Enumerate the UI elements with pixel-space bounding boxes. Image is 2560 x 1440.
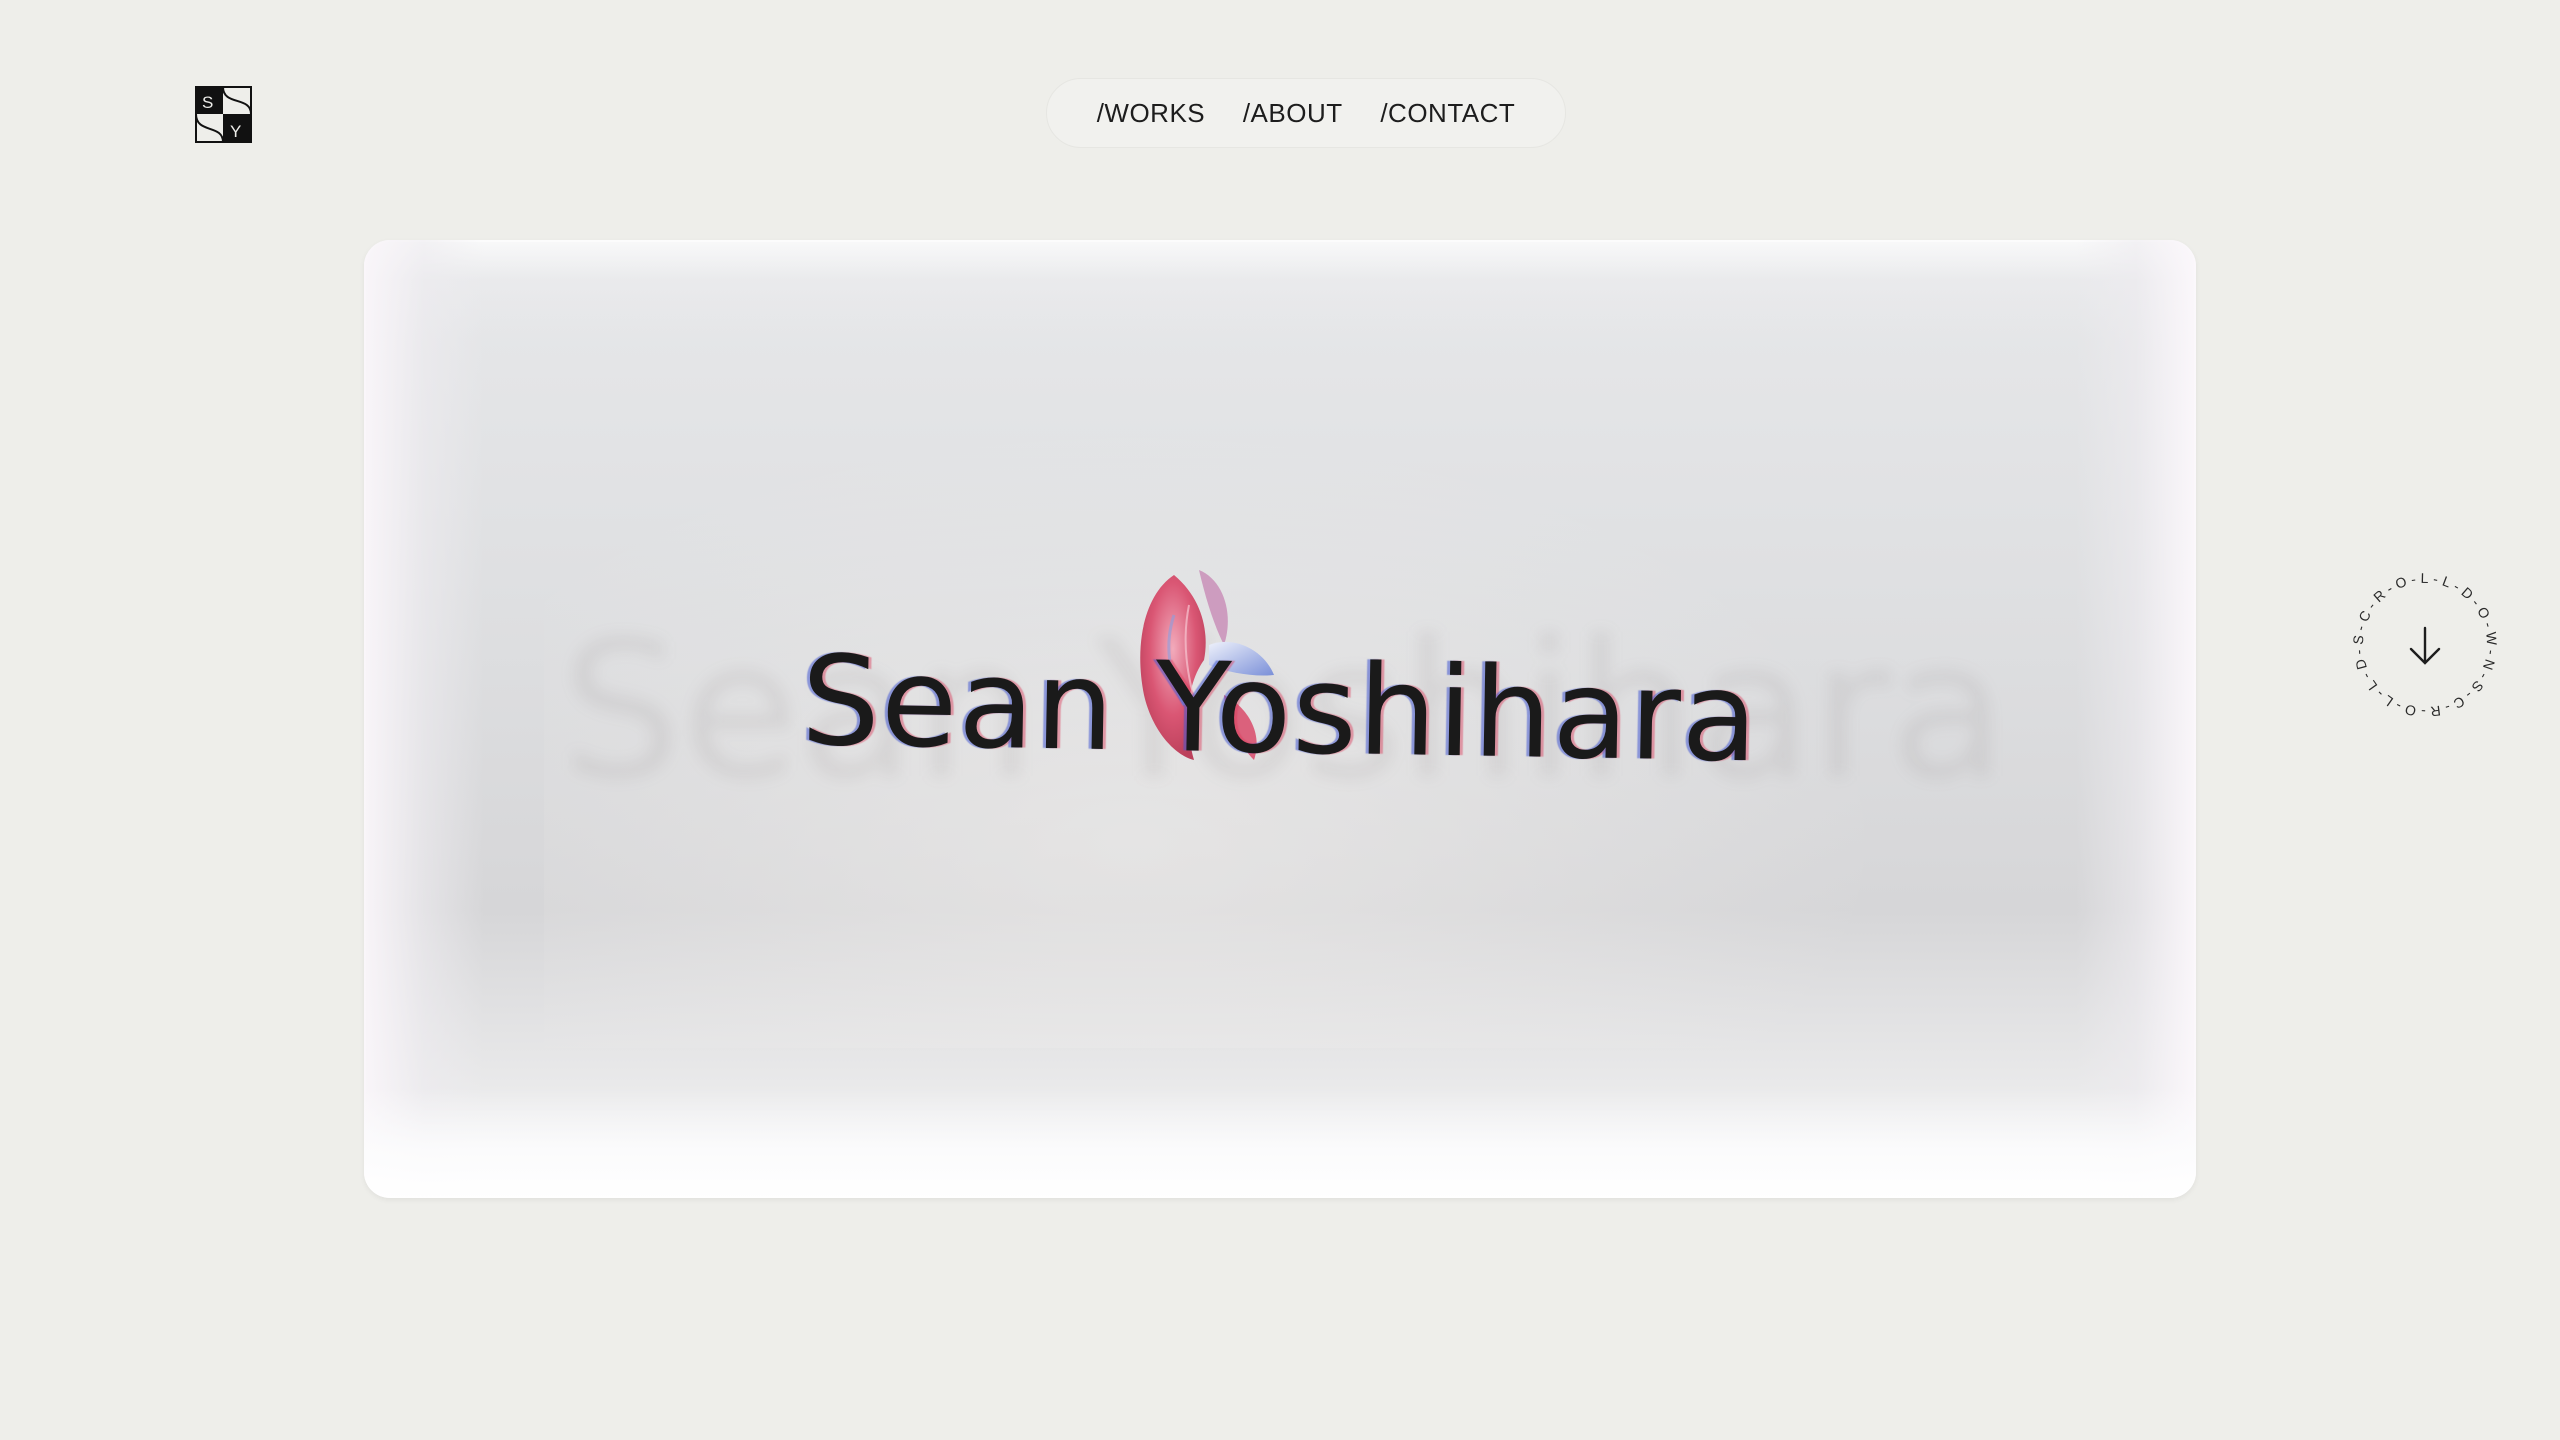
logo-letter-y: Y (230, 122, 241, 141)
panel-bevel-bottom (364, 1088, 2196, 1198)
scroll-ring-text-path: S-C-R-O-L-L-D-O-W-N-S-C-R-O-L-L-D-O-W-N- (2345, 565, 2496, 720)
nav-link-about[interactable]: /ABOUT (1243, 98, 1343, 129)
hero-glass-panel: Sean Yoshihara Sean Yoshihara (364, 240, 2196, 1198)
arrow-down-icon (2409, 626, 2441, 665)
nav-link-contact[interactable]: /CONTACT (1380, 98, 1515, 129)
scroll-ring-text: S-C-R-O-L-L-D-O-W-N-S-C-R-O-L-L-D-O-W-N- (2345, 565, 2500, 720)
site-logo[interactable]: S Y (195, 86, 252, 143)
main-nav: /WORKS /ABOUT /CONTACT (1046, 78, 1566, 148)
page: S Y /WORKS /ABOUT /CONTACT Sean Yoshihar… (0, 0, 2560, 1440)
scroll-down-button[interactable]: S-C-R-O-L-L-D-O-W-N-S-C-R-O-L-L-D-O-W-N- (2345, 565, 2505, 725)
logo-letter-s: S (202, 93, 213, 112)
monogram-sy-icon: S Y (195, 86, 252, 143)
panel-bevel-top (364, 240, 2196, 340)
nav-link-works[interactable]: /WORKS (1097, 98, 1205, 129)
